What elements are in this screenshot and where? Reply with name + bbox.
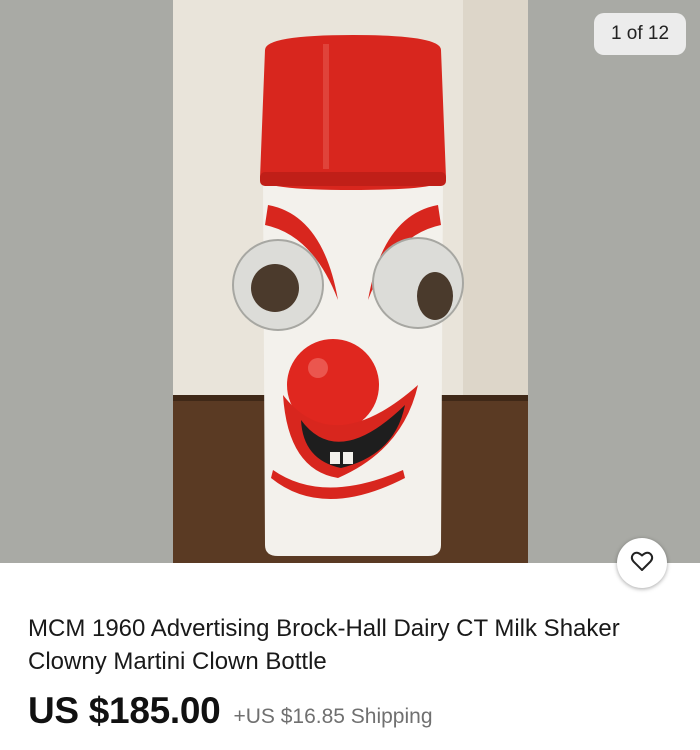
image-counter-label: 1 of 12 [610, 23, 670, 44]
shipping-cost: +US $16.85 Shipping [233, 705, 433, 728]
image-gallery[interactable]: 1 of 12 [0, 0, 700, 563]
image-counter: 1 of 12 [594, 13, 686, 55]
heart-icon [630, 550, 654, 577]
favorite-button[interactable] [617, 538, 667, 588]
listing-price: US $185.00 [28, 690, 221, 731]
product-photo[interactable] [173, 0, 528, 563]
price-row: US $185.00 +US $16.85 Shipping [28, 690, 433, 732]
listing-title: MCM 1960 Advertising Brock-Hall Dairy CT… [28, 615, 620, 675]
